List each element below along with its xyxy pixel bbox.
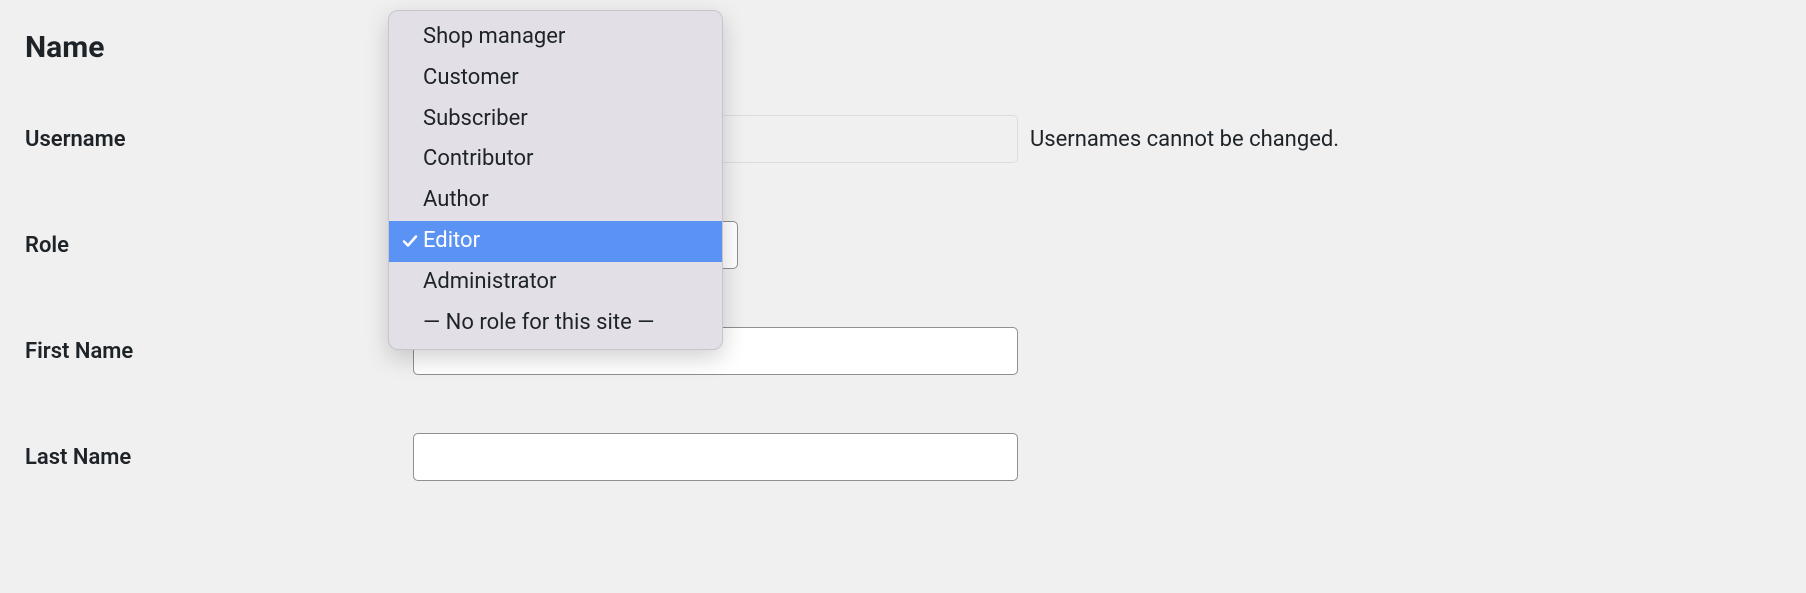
role-option[interactable]: Author [389, 180, 722, 221]
role-option[interactable]: — No role for this site — [389, 303, 722, 344]
role-option[interactable]: Editor [389, 221, 722, 262]
role-row: Role [25, 221, 1781, 269]
first-name-label: First Name [25, 339, 413, 364]
check-icon [397, 233, 423, 249]
first-name-row: First Name [25, 327, 1781, 375]
role-option[interactable]: Administrator [389, 262, 722, 303]
role-option-label: Author [423, 185, 489, 216]
last-name-input[interactable] [413, 433, 1018, 481]
role-dropdown-menu[interactable]: Shop manager Customer Subscriber Contributo… [388, 10, 723, 350]
user-profile-name-section: Name Username Usernames cannot be change… [0, 0, 1806, 559]
username-row: Username Usernames cannot be changed. [25, 115, 1781, 163]
role-option[interactable]: Contributor [389, 139, 722, 180]
last-name-row: Last Name [25, 433, 1781, 481]
role-option-label: Administrator [423, 267, 556, 298]
last-name-cell [413, 433, 1018, 481]
role-option-label: Editor [423, 226, 480, 257]
role-label: Role [25, 233, 413, 258]
role-option[interactable]: Customer [389, 58, 722, 99]
last-name-label: Last Name [25, 445, 413, 470]
role-option-label: — No role for this site — [423, 308, 654, 339]
role-option[interactable]: Shop manager [389, 17, 722, 58]
role-option-label: Customer [423, 63, 519, 94]
role-option[interactable]: Subscriber [389, 99, 722, 140]
username-help-text: Usernames cannot be changed. [1030, 127, 1339, 152]
role-option-label: Shop manager [423, 22, 565, 53]
section-heading: Name [25, 20, 1781, 65]
role-option-label: Contributor [423, 144, 533, 175]
role-option-label: Subscriber [423, 104, 528, 135]
username-label: Username [25, 127, 413, 152]
